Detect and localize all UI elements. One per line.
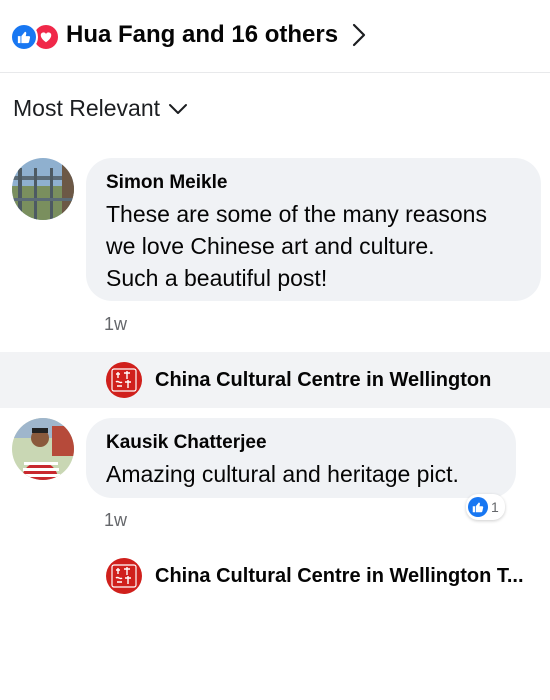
reaction-icons bbox=[10, 21, 66, 51]
avatar[interactable] bbox=[12, 158, 74, 220]
comment-text-line: Such a beautiful post! bbox=[106, 265, 328, 291]
comment-text-line: These are some of the many reasons bbox=[106, 201, 487, 227]
reactions-comments-panel: Hua Fang and 16 others Most Relevant Sim… bbox=[0, 0, 550, 700]
reactions-summary[interactable]: Hua Fang and 16 others bbox=[10, 14, 366, 56]
comment-bubble: Simon Meikle These are some of the many … bbox=[86, 158, 541, 301]
divider bbox=[0, 72, 550, 73]
like-icon bbox=[468, 497, 488, 517]
comment-text-line: Amazing cultural and heritage pict. bbox=[106, 461, 459, 487]
avatar[interactable] bbox=[12, 418, 74, 480]
page-logo bbox=[106, 362, 142, 398]
comment-author[interactable]: Simon Meikle bbox=[106, 170, 521, 196]
reactions-label: Hua Fang and 16 others bbox=[66, 21, 339, 48]
reaction-count: 1 bbox=[491, 499, 499, 515]
comment-timestamp[interactable]: 1w bbox=[104, 314, 127, 335]
reply-page-name: China Cultural Centre in Wellington bbox=[155, 368, 492, 391]
comment-text: These are some of the many reasons we lo… bbox=[106, 198, 521, 294]
like-icon bbox=[10, 23, 38, 51]
page-reply-row[interactable]: China Cultural Centre in Wellington T... bbox=[0, 548, 550, 604]
page-logo bbox=[106, 558, 142, 594]
reply-page-name: China Cultural Centre in Wellington T... bbox=[155, 564, 524, 587]
comment-author[interactable]: Kausik Chatterjee bbox=[106, 430, 496, 456]
page-reply-row[interactable]: China Cultural Centre in Wellington bbox=[0, 352, 550, 408]
comment-text: Amazing cultural and heritage pict. bbox=[106, 458, 496, 490]
sort-dropdown[interactable]: Most Relevant bbox=[13, 95, 188, 122]
chevron-down-icon bbox=[168, 103, 188, 115]
comment-text-line: we love Chinese art and culture. bbox=[106, 233, 435, 259]
comment-reaction-count[interactable]: 1 bbox=[466, 494, 505, 520]
comment-timestamp[interactable]: 1w bbox=[104, 510, 127, 531]
chevron-right-icon bbox=[352, 23, 366, 47]
comment-bubble: Kausik Chatterjee Amazing cultural and h… bbox=[86, 418, 516, 498]
sort-label: Most Relevant bbox=[13, 95, 161, 121]
